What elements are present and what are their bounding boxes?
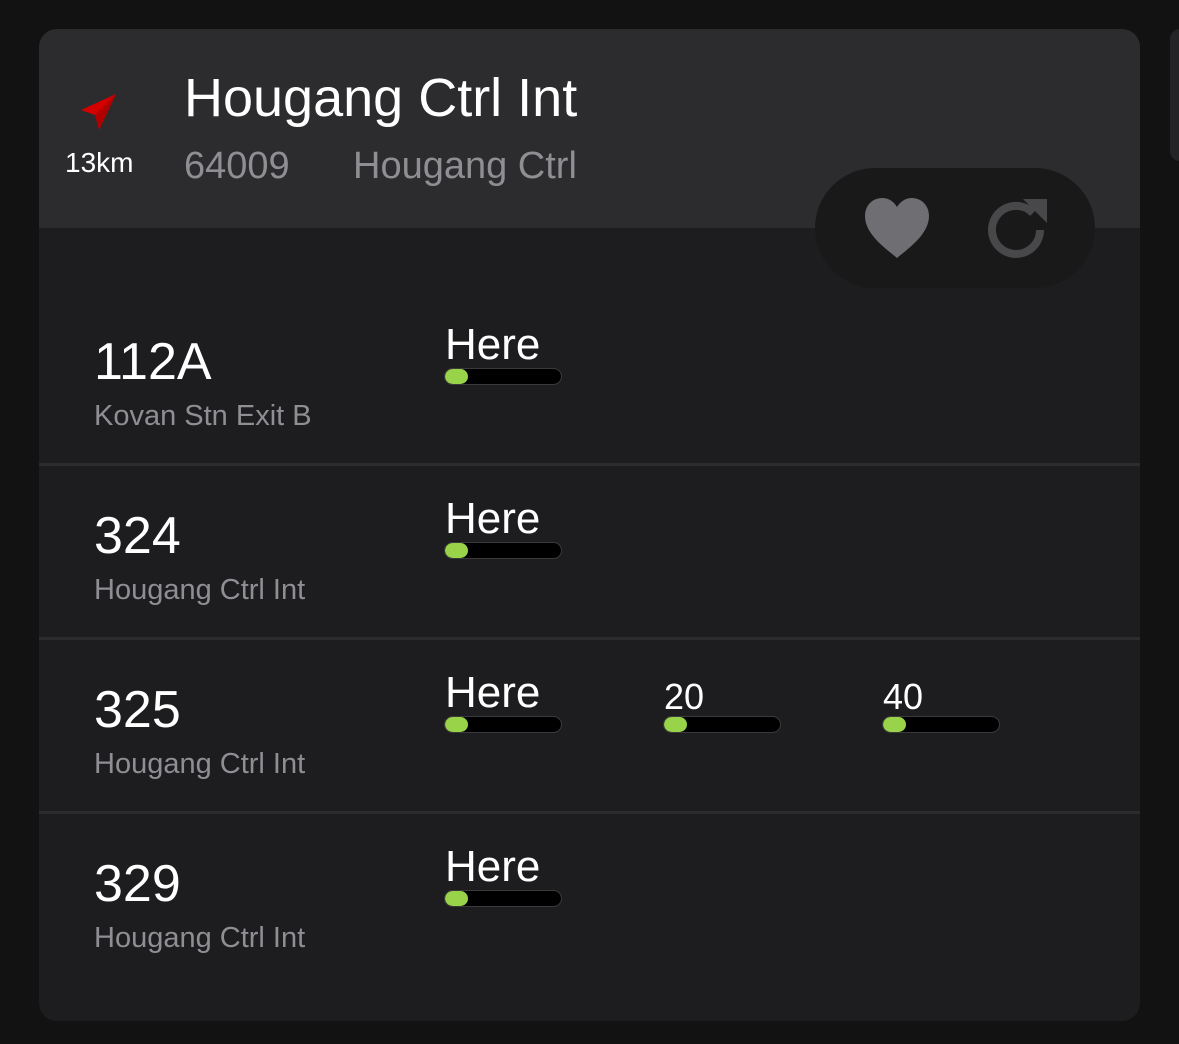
service-number: 324 [94,507,181,565]
refresh-button[interactable] [979,191,1053,265]
bus-load-bar [444,542,562,559]
next-card-edge[interactable] [1170,29,1179,161]
arrival-time: 40 [883,676,924,717]
bus-load-bar [663,716,781,733]
stop-distance: 13km [65,147,134,178]
bus-load-bar [444,890,562,907]
arrival-slot: Here [442,842,564,922]
stop-code: 64009 [184,145,290,187]
service-destination: Kovan Stn Exit B [94,400,312,432]
service-destination: Hougang Ctrl Int [94,748,306,780]
bus-load-fill [445,891,469,906]
navigation-arrow-icon [81,94,116,130]
bus-load-bar [444,368,562,385]
service-row[interactable]: 324 Hougang Ctrl Int Here [39,468,1140,640]
service-number: 325 [94,681,181,739]
favourite-button[interactable] [860,191,934,265]
row-divider [39,811,1140,814]
arrival-slot: Here [442,320,564,400]
stop-road-name: Hougang Ctrl [353,145,577,187]
service-number: 112A [94,333,212,391]
arrival-slot: 20 [661,668,783,748]
arrival-slot: Here [442,668,564,748]
service-destination: Hougang Ctrl Int [94,922,306,954]
bus-load-fill [445,369,469,384]
arrival-time: Here [445,668,541,717]
arrival-slot: 40 [880,668,1002,748]
stop-name: Hougang Ctrl Int [184,68,578,128]
arrival-slot: Here [442,494,564,574]
heart-icon [865,198,929,258]
bus-stop-card: 13km Hougang Ctrl Int 64009 Hougang Ctrl… [39,29,1140,1021]
service-row[interactable]: 112A Kovan Stn Exit B Here [39,294,1140,466]
row-divider [39,637,1140,640]
arrival-time: Here [445,494,541,543]
refresh-icon [988,199,1047,258]
bus-load-fill [445,543,469,558]
arrival-time: Here [445,320,541,369]
bus-load-fill [664,717,688,732]
bus-load-fill [445,717,469,732]
row-divider [39,463,1140,466]
service-number: 329 [94,855,181,913]
service-row[interactable]: 329 Hougang Ctrl Int Here [39,816,1140,988]
bus-load-bar [882,716,1000,733]
bus-load-fill [883,717,907,732]
service-row[interactable]: 325 Hougang Ctrl Int Here 20 40 [39,642,1140,814]
arrival-time: Here [445,842,541,891]
bus-load-bar [444,716,562,733]
stop-actions [815,168,1095,288]
arrival-time: 20 [664,676,705,717]
service-destination: Hougang Ctrl Int [94,574,306,606]
